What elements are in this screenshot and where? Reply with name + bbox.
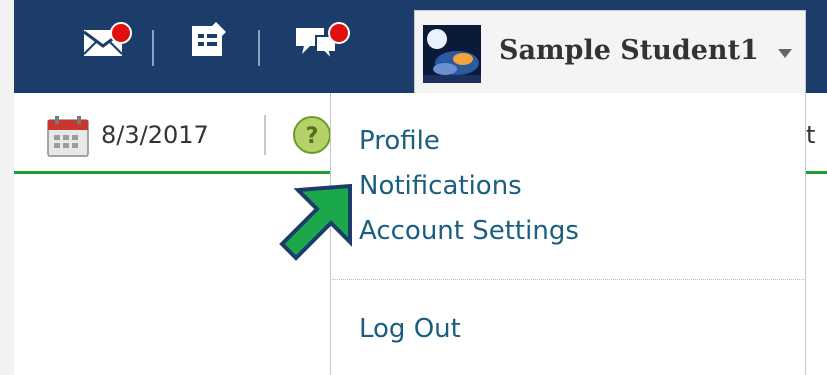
menu-item-log-out[interactable]: Log Out [359, 314, 461, 344]
toolbar-partial-text: t [806, 121, 816, 149]
chevron-down-icon [778, 49, 792, 58]
mail-icon[interactable] [78, 16, 134, 64]
help-icon[interactable]: ? [290, 114, 331, 156]
current-date: 8/3/2017 [101, 121, 209, 149]
user-dropdown-menu: Profile Notifications Account Settings L… [330, 93, 806, 375]
menu-item-profile[interactable]: Profile [359, 126, 440, 156]
menu-divider [332, 279, 804, 280]
pointer-arrow-icon [279, 183, 352, 261]
updates-icon[interactable] [182, 16, 234, 64]
icon-separator [258, 30, 260, 66]
user-menu-button[interactable]: Sample Student1 [414, 10, 806, 93]
menu-item-account-settings[interactable]: Account Settings [359, 216, 579, 246]
chat-icon[interactable] [290, 16, 350, 64]
user-name: Sample Student1 [499, 35, 759, 66]
menu-item-notifications[interactable]: Notifications [359, 171, 522, 201]
icon-separator [152, 30, 154, 66]
mail-notification-badge [110, 22, 132, 44]
calendar-icon[interactable] [46, 114, 90, 158]
avatar [423, 25, 481, 83]
svg-text:?: ? [306, 124, 319, 149]
chat-notification-badge [328, 22, 350, 44]
toolbar-separator [264, 115, 266, 155]
